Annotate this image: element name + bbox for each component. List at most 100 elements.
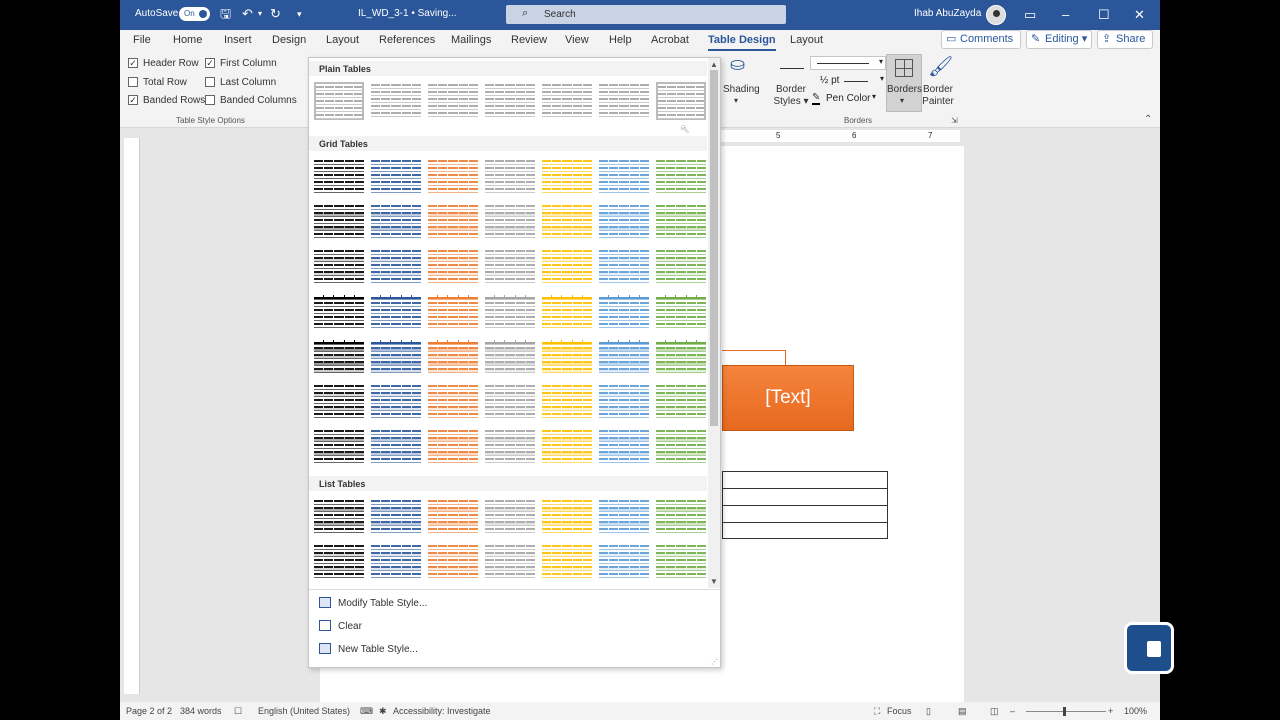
grid-table-style-1-2[interactable]	[371, 158, 422, 196]
grid-table-style-2-3[interactable]	[428, 203, 479, 241]
clear-item[interactable]: Clear	[338, 621, 362, 632]
grid-table-style-5-4[interactable]	[485, 338, 536, 376]
document-title[interactable]: IL_WD_3-1 • Saving...	[358, 8, 457, 19]
total-row-checkbox[interactable]: Total Row	[128, 77, 187, 88]
grid-table-style-1-1[interactable]	[314, 158, 365, 196]
grid-table-style-1-3[interactable]	[428, 158, 479, 196]
grid-table-style-3-1[interactable]	[314, 248, 365, 286]
line-style-dropdown[interactable]: ▾	[810, 56, 886, 70]
line-weight-dropdown[interactable]: ½ pt ▾	[810, 74, 886, 88]
plain-table-style-1[interactable]	[314, 82, 364, 120]
tab-help[interactable]: Help	[609, 34, 632, 46]
zoom-out-icon[interactable]: –	[1010, 706, 1015, 716]
list-table-style-1-2[interactable]	[371, 498, 422, 536]
plain-table-style-2[interactable]	[371, 82, 422, 120]
plain-table-style-4[interactable]	[485, 82, 536, 120]
page-count[interactable]: Page 2 of 2	[126, 706, 172, 716]
shading-dropdown-icon[interactable]: ▾	[734, 96, 738, 105]
resize-grip-icon[interactable]: ⋰	[711, 658, 718, 666]
language[interactable]: English (United States)	[258, 706, 350, 716]
banded-columns-checkbox[interactable]: Banded Columns	[205, 95, 297, 106]
grid-table-style-5-6[interactable]	[599, 338, 650, 376]
tab-file[interactable]: File	[133, 34, 151, 46]
grid-table-style-4-2[interactable]	[371, 293, 422, 331]
grid-table-style-6-5[interactable]	[542, 383, 593, 421]
border-painter-line1[interactable]: Border	[922, 84, 954, 95]
first-column-checkbox[interactable]: ✓ First Column	[205, 58, 277, 69]
list-table-style-2-3[interactable]	[428, 543, 479, 581]
undo-dropdown-icon[interactable]: ▾	[258, 6, 262, 22]
last-column-checkbox[interactable]: Last Column	[205, 77, 276, 88]
word-count[interactable]: 384 words	[180, 706, 222, 716]
grid-table-style-2-6[interactable]	[599, 203, 650, 241]
tab-insert[interactable]: Insert	[224, 34, 252, 46]
grid-table-style-7-4[interactable]	[485, 428, 536, 466]
grid-table-style-2-2[interactable]	[371, 203, 422, 241]
zoom-slider-thumb[interactable]	[1063, 707, 1066, 716]
grid-table-style-6-2[interactable]	[371, 383, 422, 421]
list-table-style-1-7[interactable]	[656, 498, 707, 536]
grid-table-style-5-7[interactable]	[656, 338, 707, 376]
list-table-style-1-6[interactable]	[599, 498, 650, 536]
gallery-scrollbar[interactable]: ▲ ▼	[708, 58, 720, 588]
borders-button[interactable]: Borders ▾	[886, 54, 922, 112]
grid-table-style-5-2[interactable]	[371, 338, 422, 376]
plain-table-style-3[interactable]	[428, 82, 479, 120]
share-button[interactable]: ⇪ Share	[1097, 30, 1153, 49]
grid-table-style-1-6[interactable]	[599, 158, 650, 196]
grid-table-style-2-4[interactable]	[485, 203, 536, 241]
grid-table-style-6-3[interactable]	[428, 383, 479, 421]
grid-table-style-2-7[interactable]	[656, 203, 707, 241]
grid-table-style-4-1[interactable]	[314, 293, 365, 331]
floating-app-icon[interactable]	[1124, 622, 1174, 674]
modify-table-style-item[interactable]: Modify Table Style...	[338, 598, 427, 609]
editing-button[interactable]: ✎ Editing ▾	[1026, 30, 1092, 49]
focus-button[interactable]: Focus	[887, 706, 912, 716]
tab-design[interactable]: Design	[272, 34, 306, 46]
grid-table-style-3-5[interactable]	[542, 248, 593, 286]
grid-table-style-7-7[interactable]	[656, 428, 707, 466]
grid-table-style-7-6[interactable]	[599, 428, 650, 466]
grid-table-style-6-4[interactable]	[485, 383, 536, 421]
grid-table-style-1-7[interactable]	[656, 158, 707, 196]
list-table-style-1-4[interactable]	[485, 498, 536, 536]
tab-table-design[interactable]: Table Design	[708, 34, 776, 51]
grid-table-style-4-5[interactable]	[542, 293, 593, 331]
new-table-style-item[interactable]: New Table Style...	[338, 644, 418, 655]
list-table-style-1-1[interactable]	[314, 498, 365, 536]
grid-table-style-5-1[interactable]	[314, 338, 365, 376]
grid-table-style-6-7[interactable]	[656, 383, 707, 421]
ribbon-display-icon[interactable]: ▭	[1024, 7, 1036, 23]
header-row-checkbox[interactable]: ✓ Header Row	[128, 58, 199, 69]
plain-table-style-5[interactable]	[542, 82, 593, 120]
web-layout-icon[interactable]: ◫	[990, 706, 999, 717]
border-styles-line1[interactable]: Border	[775, 84, 807, 95]
read-mode-icon[interactable]: ▯	[926, 706, 931, 717]
customize-qat-icon[interactable]: ▾	[297, 6, 302, 22]
comments-button[interactable]: ▭ Comments	[941, 30, 1021, 49]
pen-color-dropdown[interactable]: ✎ Pen Color ▾	[810, 92, 886, 106]
list-table-style-1-3[interactable]	[428, 498, 479, 536]
scrollbar-thumb[interactable]	[710, 70, 718, 426]
avatar[interactable]	[986, 5, 1006, 25]
tab-table-layout[interactable]: Layout	[790, 34, 823, 46]
minimize-icon[interactable]: –	[1062, 7, 1069, 22]
print-layout-icon[interactable]: ▤	[958, 706, 967, 717]
plain-table-style-7[interactable]	[656, 82, 706, 120]
grid-table-style-6-6[interactable]	[599, 383, 650, 421]
grid-table-style-7-5[interactable]	[542, 428, 593, 466]
maximize-icon[interactable]: ☐	[1098, 7, 1110, 23]
undo-icon[interactable]: ↶	[242, 6, 253, 22]
scroll-down-icon[interactable]: ▼	[710, 577, 718, 586]
list-table-style-1-5[interactable]	[542, 498, 593, 536]
search-box[interactable]: ⌕ Search	[506, 5, 786, 24]
grid-table-style-2-5[interactable]	[542, 203, 593, 241]
border-styles-line2[interactable]: Styles ▾	[773, 96, 809, 107]
grid-table-style-3-2[interactable]	[371, 248, 422, 286]
list-table-style-2-7[interactable]	[656, 543, 707, 581]
proofing-icon[interactable]: ☐	[234, 706, 242, 717]
list-table-style-2-1[interactable]	[314, 543, 365, 581]
save-icon[interactable]: 🖫	[220, 6, 231, 22]
grid-table-style-7-1[interactable]	[314, 428, 365, 466]
borders-dialog-launcher-icon[interactable]: ⇲	[951, 116, 958, 125]
